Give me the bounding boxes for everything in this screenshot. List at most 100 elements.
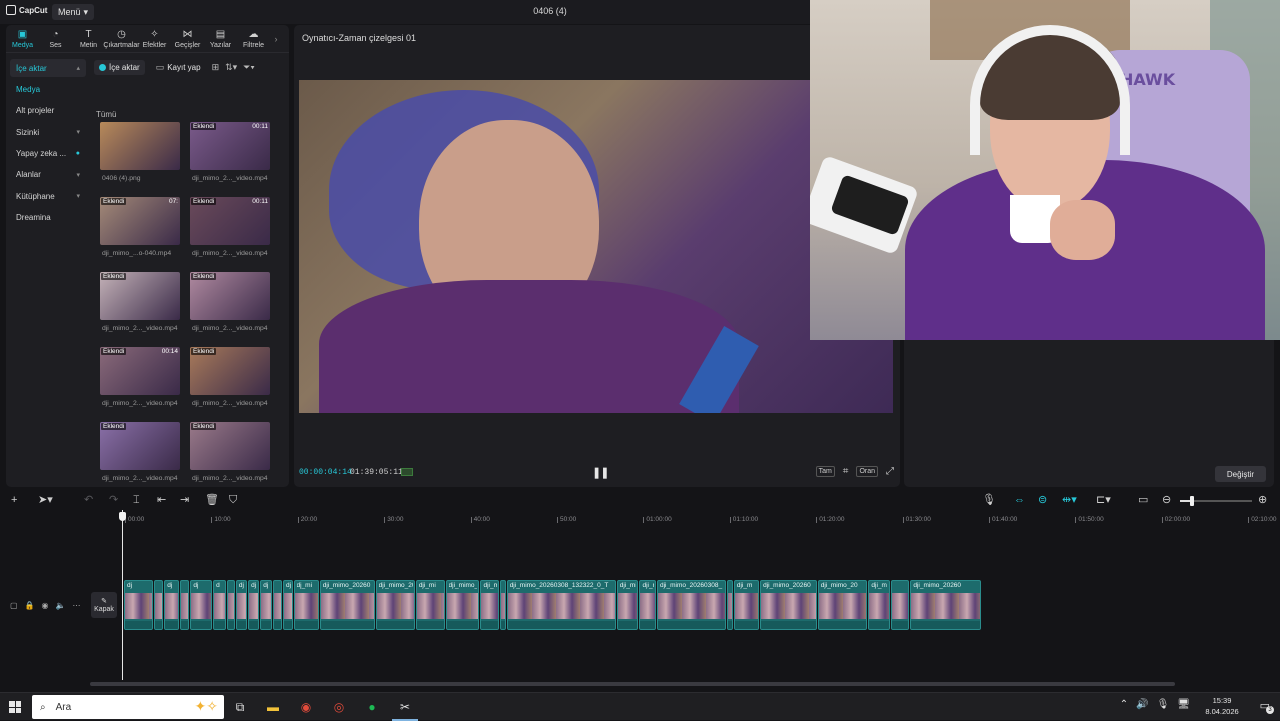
shield-icon[interactable]: ⛉ [229,494,237,506]
timeline-clip[interactable]: dj [248,580,260,630]
timeline-clip[interactable] [227,580,235,630]
undo-icon[interactable]: ↶ [84,494,93,506]
side-nav-item[interactable]: İçe aktar ▴ [10,59,86,77]
split-right-icon[interactable]: ⇥ [180,494,189,506]
tab-ses[interactable]: ◔ Ses [39,25,72,53]
media-tile[interactable]: Eklendi 00:14 dji_mimo_2..._video.mp4 [100,347,180,407]
cover-button[interactable]: ✎ Kapak [91,592,117,618]
side-nav-item[interactable]: Sizinki ▾ [10,123,86,141]
microphone-tray-icon[interactable]: 🎙 [1157,699,1170,710]
timeline-clip[interactable]: dj [283,580,293,630]
redo-icon[interactable]: ↷ [109,494,118,506]
link-main-track-icon[interactable]: ⇔ [1014,494,1025,506]
side-nav-item[interactable]: Alanlar ▾ [10,166,86,184]
timeline-clip[interactable] [153,580,164,630]
magnet-icon[interactable]: ⊜ [1038,494,1047,506]
preview-axis-icon[interactable]: ⊏▾ [1096,494,1111,506]
tab-çıkartmalar[interactable]: ◷ Çıkartmalar [103,25,139,53]
speaker-icon[interactable]: 🔊 [1136,699,1148,710]
timeline-clip[interactable]: dj [235,580,248,630]
timeline-clip[interactable]: dji_m [868,580,891,630]
spotify-icon[interactable]: ● [363,698,381,716]
windows-start-icon[interactable] [9,701,21,713]
delete-icon[interactable]: 🗑 [205,494,219,506]
linkage-icon[interactable]: ⇹▾ [1062,494,1077,506]
timeline-clip[interactable] [272,580,283,630]
select-tool-icon[interactable]: ➤▾ [38,494,53,506]
media-tile[interactable]: Eklendi dji_mimo_2..._video.mp4 [100,272,180,332]
timeline-clip[interactable]: dji_m [639,580,656,630]
timeline-clip[interactable]: dj [164,580,179,630]
timeline-horizontal-scrollbar[interactable] [90,682,1175,686]
playhead[interactable] [122,510,123,680]
tab-metin[interactable]: T Metin [72,25,105,53]
timeline-clip[interactable] [891,580,910,630]
media-tile[interactable]: Eklendi dji_mimo_2..._video.mp4 [190,347,270,407]
timeline-clip[interactable] [726,580,733,630]
timeline-clip[interactable]: dji_mimo_20260308_ [656,580,726,630]
track-thumbnail-icon[interactable]: ▢ [10,601,18,610]
side-nav-item[interactable]: Kütüphane ▾ [10,187,86,205]
media-tile[interactable]: Eklendi 00:11 dji_mimo_2..._video.mp4 [190,122,270,182]
lock-icon[interactable]: 🔒 [25,601,35,610]
split-icon[interactable]: ⌶ [133,494,140,506]
timeline-clip[interactable]: dj [190,580,213,630]
timeline-clip[interactable]: dj [124,580,153,630]
media-tile[interactable]: Eklendi 07: dji_mimo_...o-040.mp4 [100,197,180,257]
obs-icon[interactable]: ◎ [330,698,348,716]
network-icon[interactable]: 🖥 [1177,699,1190,710]
tab-geçişler[interactable]: ⋈ Geçişler [171,25,204,53]
taskbar-search[interactable]: ⌕ Ara ✦✧ [32,695,224,719]
capcut-taskbar-icon[interactable]: ✂ [392,698,418,721]
taskbar-clock[interactable]: 15:39 8.04.2026 [1204,695,1240,717]
chevron-right-icon[interactable]: › [270,25,282,52]
playhead-handle[interactable] [119,512,126,521]
ratio-button[interactable]: Oran [856,466,878,477]
tab-filtrele[interactable]: ☁ Filtrele [237,25,270,53]
zoom-slider-knob[interactable] [1189,496,1194,506]
microphone-icon[interactable]: 🎙 [982,494,996,506]
record-button[interactable]: ▭ Kayıt yap [151,60,206,75]
timeline-clip[interactable]: dji_mi [415,580,445,630]
zoom-slider[interactable] [1180,496,1252,506]
media-tile[interactable]: Eklendi dji_mimo_2..._video.mp4 [190,272,270,332]
change-button[interactable]: Değiştir [1214,466,1266,482]
timeline-clip[interactable]: dji_mimo_1 [445,580,480,630]
media-tile[interactable]: Eklendi dji_mimo_2..._video.mp4 [190,422,270,482]
timeline-clip[interactable]: d [213,580,227,630]
filter-icon[interactable]: ⏷▾ [243,62,255,73]
timeline-clip[interactable]: dji_mimo_20260 [910,580,981,630]
tab-efektler[interactable]: ✧ Efektler [138,25,171,53]
zoom-in-icon[interactable]: ⊕ [1258,494,1267,506]
side-nav-item[interactable]: Alt projeler [10,102,86,120]
import-button[interactable]: İçe aktar [94,60,145,75]
more-icon[interactable]: ⋯ [72,601,80,610]
waveform-icon[interactable] [401,468,413,476]
timeline-clip[interactable]: dji_m [733,580,760,630]
video-preview[interactable] [299,80,893,413]
timeline-clip[interactable]: dji_mimo_20 [375,580,415,630]
timeline-clip[interactable]: dji_mimo_20260308_132322_0_T [506,580,616,630]
chevron-up-icon[interactable]: ⌃ [1120,699,1128,710]
volume-icon[interactable]: 🔈 [56,601,66,610]
media-tile[interactable]: Eklendi 00:11 dji_mimo_2..._video.mp4 [190,197,270,257]
grid-view-icon[interactable]: ⊞ [212,62,220,73]
pause-icon[interactable]: ❚❚ [592,466,609,479]
timeline-clip[interactable] [179,580,190,630]
add-track-icon[interactable]: + [11,494,17,506]
timeline-clip[interactable]: dji_mi [616,580,639,630]
notification-icon[interactable]: ▭ 3 [1260,699,1274,714]
timeline-clip[interactable]: dji_m [480,580,499,630]
timeline-clip[interactable]: dji_mimo_20 [817,580,868,630]
side-nav-item[interactable]: Medya [10,80,86,98]
chrome-icon[interactable]: ◉ [297,698,315,716]
timeline-clip[interactable]: dj [260,580,272,630]
task-view-icon[interactable]: ⧉ [231,698,249,716]
fullscreen-icon[interactable]: ⤢ [886,466,894,477]
media-tile[interactable]: 0406 (4).png [100,122,180,182]
media-tile[interactable]: Eklendi dji_mimo_2..._video.mp4 [100,422,180,482]
zoom-out-icon[interactable]: ⊖ [1162,494,1171,506]
tab-yazılar[interactable]: ▤ Yazılar [204,25,237,53]
tab-medya[interactable]: ▣ Medya [6,25,39,53]
sort-icon[interactable]: ⇅▾ [225,62,237,73]
